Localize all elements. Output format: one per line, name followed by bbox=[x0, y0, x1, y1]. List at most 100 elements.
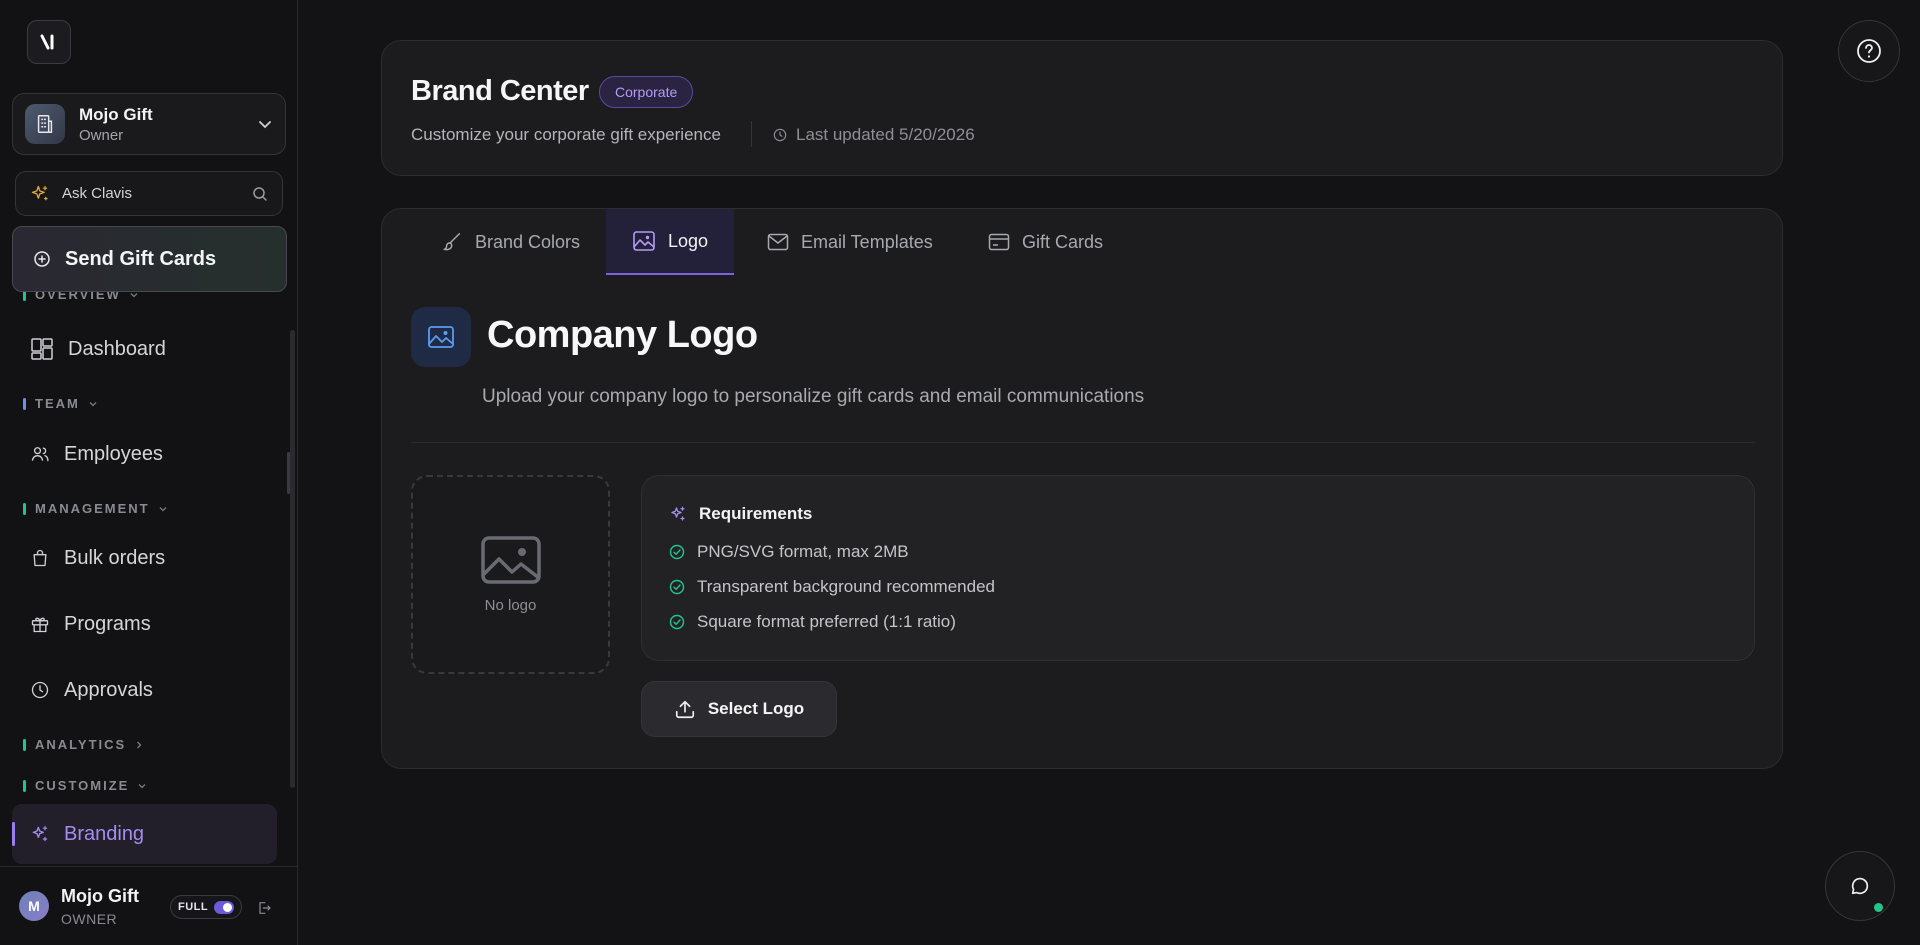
mode-label: FULL bbox=[178, 901, 209, 913]
clock-icon bbox=[773, 128, 787, 142]
divider bbox=[751, 121, 752, 147]
sidebar-item-dashboard[interactable]: Dashboard bbox=[12, 323, 277, 375]
chevron-down-icon bbox=[130, 292, 138, 297]
sidebar-item-approvals[interactable]: Approvals bbox=[12, 664, 277, 716]
shopping-bag-icon bbox=[33, 549, 47, 567]
logo-preview[interactable]: No logo bbox=[411, 475, 610, 674]
paintbrush-icon bbox=[443, 233, 461, 251]
divider bbox=[411, 442, 1755, 443]
chat-button[interactable] bbox=[1825, 851, 1895, 921]
requirement-item: Transparent background recommended bbox=[669, 577, 995, 597]
select-logo-label: Select Logo bbox=[707, 699, 805, 718]
org-switcher[interactable]: Mojo Gift Owner bbox=[12, 93, 286, 155]
user-name: Mojo Gift bbox=[61, 885, 139, 906]
tab-label: Email Templates bbox=[801, 231, 933, 252]
sidebar-item-label: Branding bbox=[64, 822, 145, 845]
requirements-panel: Requirements PNG/SVG format, max 2MB Tra… bbox=[641, 475, 1755, 661]
no-logo-text: No logo bbox=[484, 597, 537, 614]
send-gift-cards-button[interactable]: Send Gift Cards bbox=[12, 226, 287, 292]
requirement-item: Square format preferred (1:1 ratio) bbox=[669, 612, 956, 632]
sidebar-item-bulk-orders[interactable]: Bulk orders bbox=[12, 532, 277, 584]
tab-bar: Brand Colors Logo Email Templates Gift C… bbox=[382, 209, 1782, 275]
sparkles-icon bbox=[671, 506, 685, 521]
page-header: Brand Center Corporate Customize your co… bbox=[381, 40, 1783, 176]
toggle-switch[interactable] bbox=[214, 900, 234, 914]
online-indicator bbox=[1874, 903, 1883, 912]
ask-clavis-label: Ask Clavis bbox=[62, 185, 133, 202]
gift-icon bbox=[31, 617, 49, 633]
dashboard-icon bbox=[31, 338, 53, 360]
search-icon bbox=[253, 186, 267, 201]
last-updated-text: Last updated 5/20/2026 bbox=[796, 125, 975, 144]
ask-clavis-button[interactable]: Ask Clavis bbox=[15, 171, 283, 216]
chevron-down-icon bbox=[89, 401, 97, 406]
sparkles-icon bbox=[31, 185, 48, 200]
brand-content-card: Brand Colors Logo Email Templates Gift C… bbox=[381, 208, 1783, 769]
tab-logo[interactable]: Logo bbox=[606, 209, 735, 275]
mode-toggle[interactable]: FULL bbox=[170, 895, 242, 919]
tab-brand-colors[interactable]: Brand Colors bbox=[415, 209, 606, 275]
requirements-title: Requirements bbox=[669, 504, 812, 524]
tab-label: Brand Colors bbox=[475, 231, 581, 252]
sidebar-scrollbar[interactable] bbox=[290, 330, 295, 788]
sparkles-icon bbox=[32, 825, 48, 842]
user-role: OWNER bbox=[61, 910, 118, 927]
tab-gift-cards[interactable]: Gift Cards bbox=[962, 209, 1129, 275]
sidebar-item-label: Dashboard bbox=[68, 337, 166, 360]
sidebar-item-employees[interactable]: Employees bbox=[12, 428, 277, 480]
section-team[interactable]: TEAM bbox=[23, 396, 98, 411]
check-circle-icon bbox=[669, 614, 685, 630]
sidebar-scrollbar-thumb[interactable] bbox=[287, 452, 290, 494]
user-profile: M Mojo Gift OWNER FULL bbox=[0, 866, 298, 945]
check-circle-icon bbox=[669, 579, 685, 595]
section-management[interactable]: MANAGEMENT bbox=[23, 501, 168, 516]
image-placeholder-icon bbox=[480, 536, 541, 584]
tab-label: Gift Cards bbox=[1022, 231, 1104, 252]
last-updated: Last updated 5/20/2026 bbox=[773, 125, 975, 145]
upload-icon bbox=[675, 700, 694, 719]
sidebar-item-label: Programs bbox=[64, 612, 151, 635]
org-role: Owner bbox=[79, 126, 124, 144]
chevron-right-icon bbox=[137, 741, 142, 748]
section-description: Upload your company logo to personalize … bbox=[482, 386, 1145, 407]
sidebar-item-branding[interactable]: Branding bbox=[12, 804, 277, 864]
sidebar-nav[interactable]: OVERVIEW Dashboard TEAM Employees MANAGE… bbox=[0, 292, 298, 866]
sidebar-item-label: Bulk orders bbox=[64, 546, 166, 569]
send-gift-cards-label: Send Gift Cards bbox=[65, 247, 217, 270]
status-badge: Corporate bbox=[599, 76, 694, 108]
page-subtitle: Customize your corporate gift experience bbox=[411, 125, 721, 144]
select-logo-button[interactable]: Select Logo bbox=[641, 681, 837, 737]
credit-card-icon bbox=[988, 233, 1010, 251]
app-logo[interactable] bbox=[27, 20, 71, 64]
logout-icon[interactable] bbox=[256, 900, 272, 916]
message-circle-icon bbox=[1851, 877, 1869, 895]
section-analytics[interactable]: ANALYTICS bbox=[23, 737, 144, 752]
help-button[interactable] bbox=[1838, 20, 1900, 82]
tab-email-templates[interactable]: Email Templates bbox=[741, 209, 959, 275]
users-icon bbox=[31, 447, 49, 462]
sidebar-item-label: Approvals bbox=[64, 678, 153, 701]
section-customize[interactable]: CUSTOMIZE bbox=[23, 778, 147, 793]
page-title: Brand Center bbox=[411, 75, 589, 107]
sidebar-item-label: Employees bbox=[64, 442, 163, 465]
requirement-item: PNG/SVG format, max 2MB bbox=[669, 542, 909, 562]
chevron-down-icon bbox=[159, 506, 167, 511]
sidebar: Mojo Gift Owner Ask Clavis Send Gift Car… bbox=[0, 0, 298, 945]
plus-circle-icon bbox=[34, 251, 50, 267]
avatar[interactable]: M bbox=[19, 891, 49, 921]
section-overview[interactable]: OVERVIEW bbox=[23, 292, 139, 302]
org-name: Mojo Gift bbox=[79, 104, 153, 124]
check-circle-icon bbox=[669, 544, 685, 560]
section-title: Company Logo bbox=[487, 314, 758, 356]
building-icon bbox=[25, 104, 65, 144]
mail-icon bbox=[767, 233, 789, 251]
active-indicator bbox=[12, 822, 15, 846]
image-icon bbox=[633, 231, 655, 251]
chevron-down-icon bbox=[259, 121, 271, 129]
sidebar-item-programs[interactable]: Programs bbox=[12, 598, 277, 650]
app-logo-icon bbox=[40, 34, 54, 50]
help-circle-icon bbox=[1857, 39, 1881, 63]
chevron-down-icon bbox=[138, 783, 146, 788]
tab-label: Logo bbox=[668, 230, 709, 251]
image-icon bbox=[411, 307, 471, 367]
